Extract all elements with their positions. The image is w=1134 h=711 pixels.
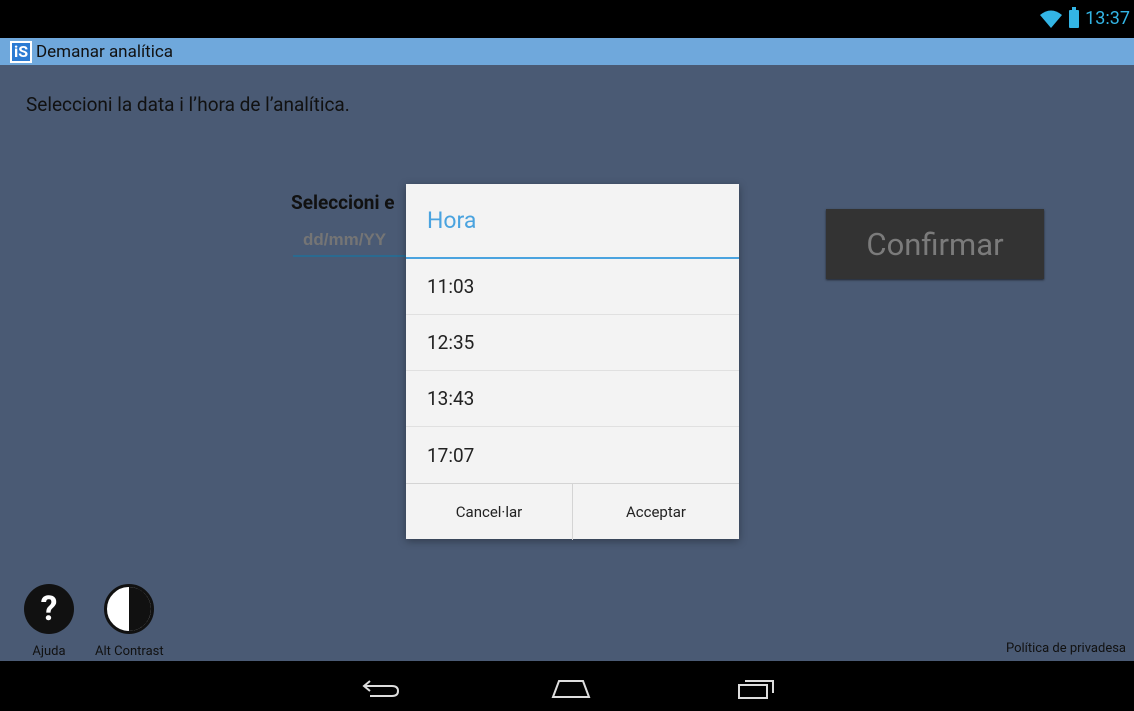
help-icon[interactable]: ?: [24, 584, 74, 634]
cancel-button[interactable]: Cancel·lar: [406, 484, 572, 540]
time-option[interactable]: 17:07: [406, 427, 739, 483]
privacy-link[interactable]: Política de privadesa: [1006, 641, 1126, 656]
dialog-title: Hora: [406, 184, 739, 259]
help-label: Ajuda: [32, 644, 66, 659]
time-option[interactable]: 13:43: [406, 371, 739, 427]
help-button[interactable]: ? Ajuda: [24, 584, 74, 659]
contrast-label: Alt Contrast: [95, 644, 164, 659]
app-title: Demanar analítica: [36, 41, 174, 62]
accept-button[interactable]: Acceptar: [572, 484, 739, 540]
wifi-icon: [1040, 10, 1063, 28]
battery-icon: [1069, 6, 1080, 28]
navigation-bar: [0, 661, 1134, 711]
status-bar: 13:37: [0, 0, 1134, 38]
status-time: 13:37: [1085, 8, 1130, 29]
app-title-bar: iS Demanar analítica: [0, 38, 1134, 65]
recents-icon[interactable]: [737, 677, 777, 699]
app-logo-icon: iS: [10, 40, 32, 63]
time-option[interactable]: 11:03: [406, 259, 739, 315]
back-icon[interactable]: [362, 677, 402, 699]
time-option[interactable]: 12:35: [406, 315, 739, 371]
instruction-text: Seleccioni la data i l’hora de l’analíti…: [26, 93, 350, 116]
time-picker-dialog: Hora 11:03 12:35 13:43 17:07 Cancel·lar …: [406, 184, 739, 540]
contrast-button[interactable]: Alt Contrast: [95, 584, 164, 659]
status-indicators: 13:37: [1039, 6, 1130, 29]
contrast-icon[interactable]: [104, 584, 155, 634]
home-icon[interactable]: [551, 677, 591, 699]
select-date-label: Seleccioni e: [291, 191, 395, 214]
confirm-button[interactable]: Confirmar: [826, 209, 1044, 279]
dialog-buttons: Cancel·lar Acceptar: [406, 483, 739, 540]
